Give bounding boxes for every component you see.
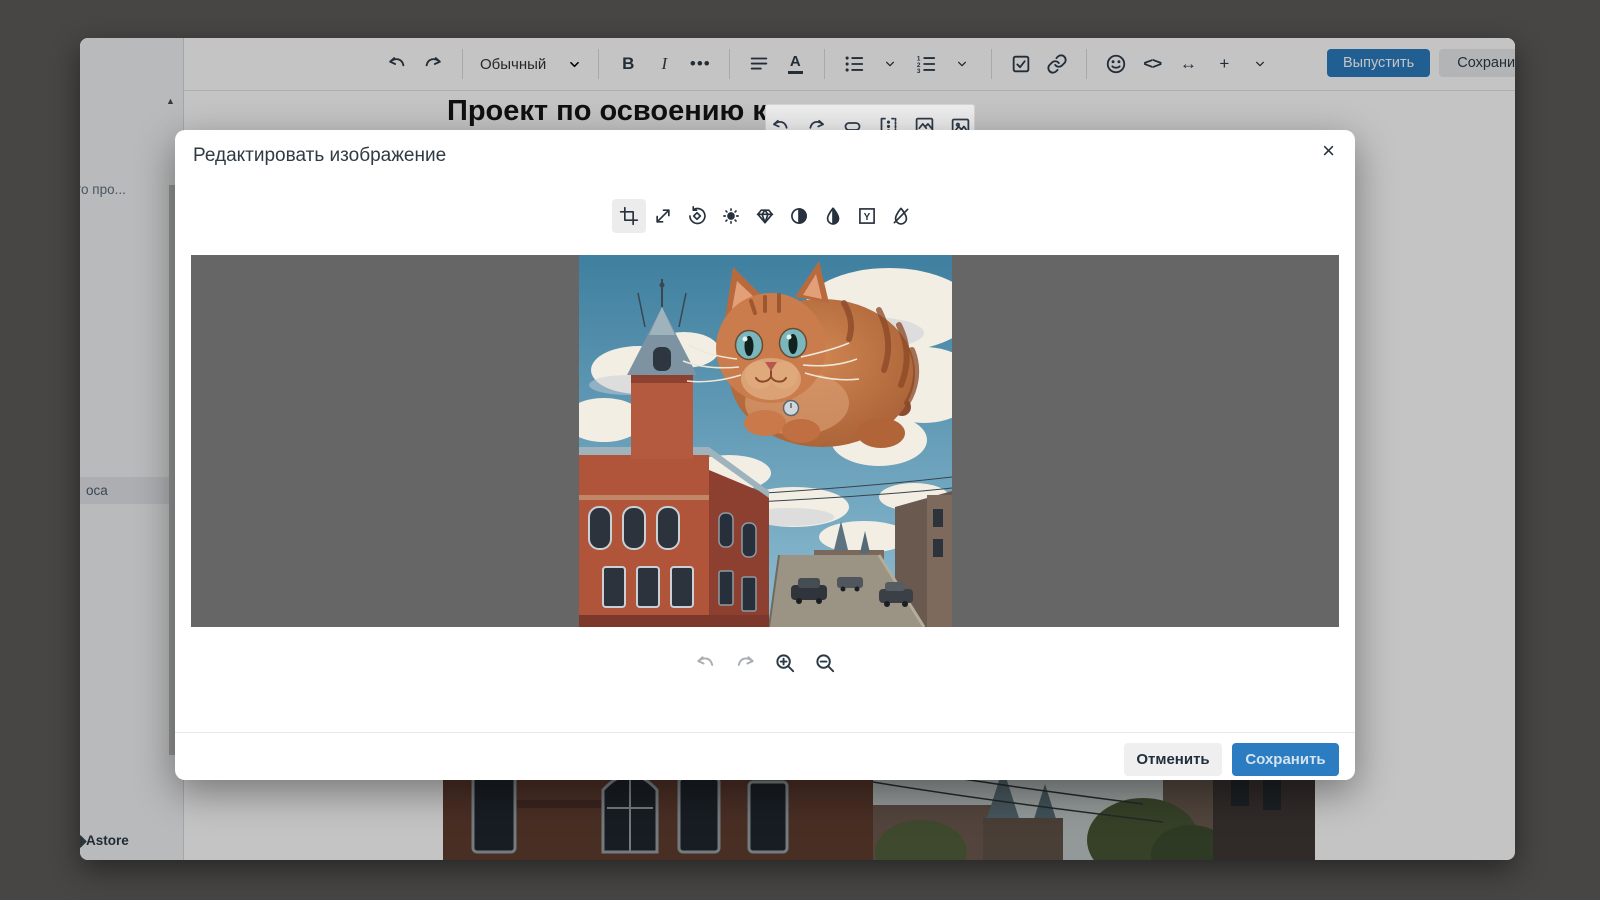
svg-text:Y: Y [864, 212, 871, 223]
gem-icon [755, 206, 775, 226]
vignette-icon: Y [857, 206, 877, 226]
image-tools: Y [612, 199, 918, 233]
brightness-icon [721, 206, 741, 226]
sharpness-tool-button[interactable] [748, 199, 782, 233]
droplet-off-icon [891, 206, 911, 226]
edited-image-preview[interactable] [579, 255, 952, 627]
redo-icon [734, 652, 757, 675]
rotate-icon [687, 206, 707, 226]
zoom-out-button[interactable] [812, 650, 838, 676]
saturation-tool-button[interactable] [816, 199, 850, 233]
zoom-in-button[interactable] [772, 650, 798, 676]
save-button[interactable]: Сохранить [1232, 743, 1339, 776]
crop-icon [619, 206, 639, 226]
undo-icon [694, 652, 717, 675]
canvas-redo-button[interactable] [732, 650, 758, 676]
resize-icon [653, 206, 673, 226]
edit-image-modal: Редактировать изображение × [175, 130, 1355, 780]
contrast-tool-button[interactable] [782, 199, 816, 233]
edit-canvas[interactable] [191, 255, 1339, 627]
screen: Обычный B I ••• A [0, 0, 1600, 900]
close-button[interactable]: × [1322, 140, 1335, 162]
canvas-undo-button[interactable] [692, 650, 718, 676]
vignette-tool-button[interactable]: Y [850, 199, 884, 233]
footer-divider [175, 732, 1355, 733]
cancel-button[interactable]: Отменить [1124, 743, 1222, 776]
rotate-tool-button[interactable] [680, 199, 714, 233]
canvas-controls [692, 650, 838, 676]
blur-tool-button[interactable] [884, 199, 918, 233]
brightness-tool-button[interactable] [714, 199, 748, 233]
modal-title: Редактировать изображение [193, 145, 446, 167]
zoom-out-icon [814, 652, 837, 675]
droplet-icon [823, 206, 843, 226]
zoom-in-icon [774, 652, 797, 675]
resize-tool-button[interactable] [646, 199, 680, 233]
contrast-icon [789, 206, 809, 226]
crop-tool-button[interactable] [612, 199, 646, 233]
